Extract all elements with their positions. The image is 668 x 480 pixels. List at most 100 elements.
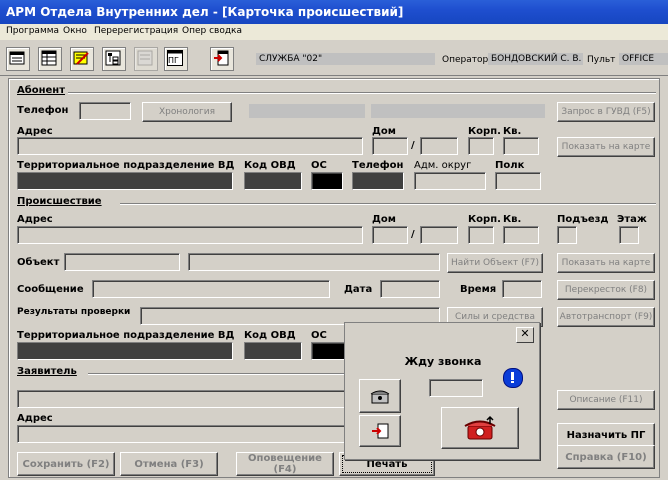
operator-label: Оператор <box>442 55 489 65</box>
subscriber-district-label: Адм. округ <box>414 160 472 171</box>
incident-message-label: Сообщение <box>17 284 84 295</box>
crossroad-button[interactable]: Перекресток (F8) <box>557 280 655 300</box>
console-value: OFFICE <box>619 53 668 65</box>
incident-entrance-input[interactable] <box>557 226 577 244</box>
window-title: АРМ Отдела Внутренних дел - [Карточка пр… <box>0 0 668 24</box>
incident-date-label: Дата <box>344 284 373 295</box>
notify-button[interactable]: Оповещение (F4) <box>236 452 334 476</box>
find-object-button[interactable]: Найти Объект (F7) <box>447 253 543 273</box>
incident-floor-input[interactable] <box>619 226 639 244</box>
incident-apt-label: Кв. <box>503 214 522 225</box>
incident-building-label: Корп. <box>468 214 501 225</box>
exit-dialog-button[interactable] <box>359 415 401 447</box>
subscriber-ovd-input[interactable] <box>244 172 302 190</box>
subscriber-os-input[interactable] <box>311 172 343 190</box>
operator-value: БОНДОВСКИЙ С. В. <box>488 53 583 65</box>
help-button[interactable]: Справка (F10) <box>557 445 655 469</box>
incident-os-label: ОС <box>311 330 327 341</box>
disabled-tool-icon[interactable] <box>134 47 158 71</box>
incident-ovd-label: Код ОВД <box>244 330 296 341</box>
section-applicant: Заявитель <box>17 366 77 377</box>
autotransport-button[interactable]: Автотранспорт (F9) <box>557 307 655 327</box>
incident-object-name-input[interactable] <box>188 253 440 271</box>
phone-button[interactable] <box>359 379 401 413</box>
subscriber-house-fraction-input[interactable] <box>420 137 458 155</box>
menu-reregistration[interactable]: Перерегистрация <box>94 26 178 36</box>
subscriber-building-input[interactable] <box>468 137 494 155</box>
incident-apt-input[interactable] <box>503 226 539 244</box>
incident-os-input[interactable] <box>311 342 345 360</box>
menu-opsummary[interactable]: Опер сводка <box>182 26 242 36</box>
request-guvd-button[interactable]: Запрос в ГУВД (F5) <box>557 102 655 122</box>
subscriber-os-label: ОС <box>311 160 327 171</box>
subscriber-apt-input[interactable] <box>503 137 539 155</box>
applicant-name-input[interactable] <box>17 390 347 408</box>
incident-results-label: Результаты проверки <box>17 307 131 317</box>
menu-program[interactable]: Программа <box>6 26 59 36</box>
subscriber-regiment-label: Полк <box>495 160 525 171</box>
subscriber-building-label: Корп. <box>468 126 501 137</box>
subscriber-info-field-1 <box>249 104 365 118</box>
incident-address-input[interactable] <box>17 226 363 244</box>
menu-bar: Программа Окно Перерегистрация Опер свод… <box>0 24 668 40</box>
subscriber-terr-label: Территориальное подразделение ВД <box>17 160 235 171</box>
dialog-counter-field <box>429 379 483 397</box>
window-icon[interactable] <box>6 47 30 71</box>
incident-map-button[interactable]: Показать на карте <box>557 253 655 273</box>
subscriber-regiment-input[interactable] <box>495 172 541 190</box>
description-button[interactable]: Описание (F11) <box>557 390 655 410</box>
pg-label: ПГ <box>168 56 179 65</box>
incident-object-label: Объект <box>17 257 60 268</box>
dialog-title: Жду звонка <box>404 355 482 368</box>
subscriber-district-input[interactable] <box>414 172 486 190</box>
incident-object-input[interactable] <box>64 253 180 271</box>
subscriber-phone2-label: Телефон <box>352 160 404 171</box>
incident-time-input[interactable] <box>502 280 542 298</box>
console-label: Пульт <box>587 55 616 65</box>
dialog-close-button[interactable]: ✕ <box>516 327 534 343</box>
subscriber-slash: / <box>411 140 415 151</box>
subscriber-map-button[interactable]: Показать на карте <box>557 137 655 157</box>
applicant-address-label: Адрес <box>17 413 53 424</box>
subscriber-ovd-label: Код ОВД <box>244 160 296 171</box>
subscriber-info-field-2 <box>371 104 545 118</box>
incident-message-input[interactable] <box>92 280 330 298</box>
waiting-call-dialog: ✕ Жду звонка <box>344 322 540 460</box>
subscriber-house-input[interactable] <box>372 137 408 155</box>
table-icon[interactable] <box>38 47 62 71</box>
pg-button[interactable]: ПГ <box>164 47 188 71</box>
cancel-button[interactable]: Отмена (F3) <box>120 452 218 476</box>
incident-house-fraction-input[interactable] <box>420 226 458 244</box>
section-incident: Происшествие <box>17 196 102 207</box>
subscriber-phone2-input[interactable] <box>352 172 404 190</box>
incident-entrance-label: Подъезд <box>557 214 609 225</box>
applicant-address-input[interactable] <box>17 425 347 443</box>
chronology-button[interactable]: Хронология <box>142 102 232 122</box>
save-button[interactable]: Сохранить (F2) <box>17 452 115 476</box>
subscriber-phone-input[interactable] <box>79 102 131 120</box>
subscriber-apt-label: Кв. <box>503 126 522 137</box>
tree-icon[interactable] <box>102 47 126 71</box>
incident-house-input[interactable] <box>372 226 408 244</box>
red-phone-icon <box>464 415 496 440</box>
incident-address-label: Адрес <box>17 214 53 225</box>
edit-card-icon[interactable] <box>70 47 94 71</box>
incident-date-input[interactable] <box>380 280 440 298</box>
service-display: СЛУЖБА "02" <box>256 53 435 65</box>
subscriber-address-label: Адрес <box>17 126 53 137</box>
incident-floor-label: Этаж <box>617 214 647 225</box>
incident-terr-input[interactable] <box>17 342 233 360</box>
answer-call-button[interactable] <box>441 407 519 449</box>
incident-ovd-input[interactable] <box>244 342 302 360</box>
info-icon <box>503 368 523 388</box>
assign-pg-button[interactable]: Назначить ПГ <box>557 423 655 447</box>
incident-building-input[interactable] <box>468 226 494 244</box>
exit-icon <box>372 423 389 439</box>
subscriber-address-input[interactable] <box>17 137 363 155</box>
toolbar: ПГ СЛУЖБА "02" Оператор БОНДОВСКИЙ С. В.… <box>0 40 668 76</box>
exit-icon[interactable] <box>210 47 234 71</box>
subscriber-terr-input[interactable] <box>17 172 233 190</box>
menu-window[interactable]: Окно <box>63 26 87 36</box>
phone-icon <box>370 390 390 404</box>
incident-terr-label: Территориальное подразделение ВД <box>17 330 235 341</box>
